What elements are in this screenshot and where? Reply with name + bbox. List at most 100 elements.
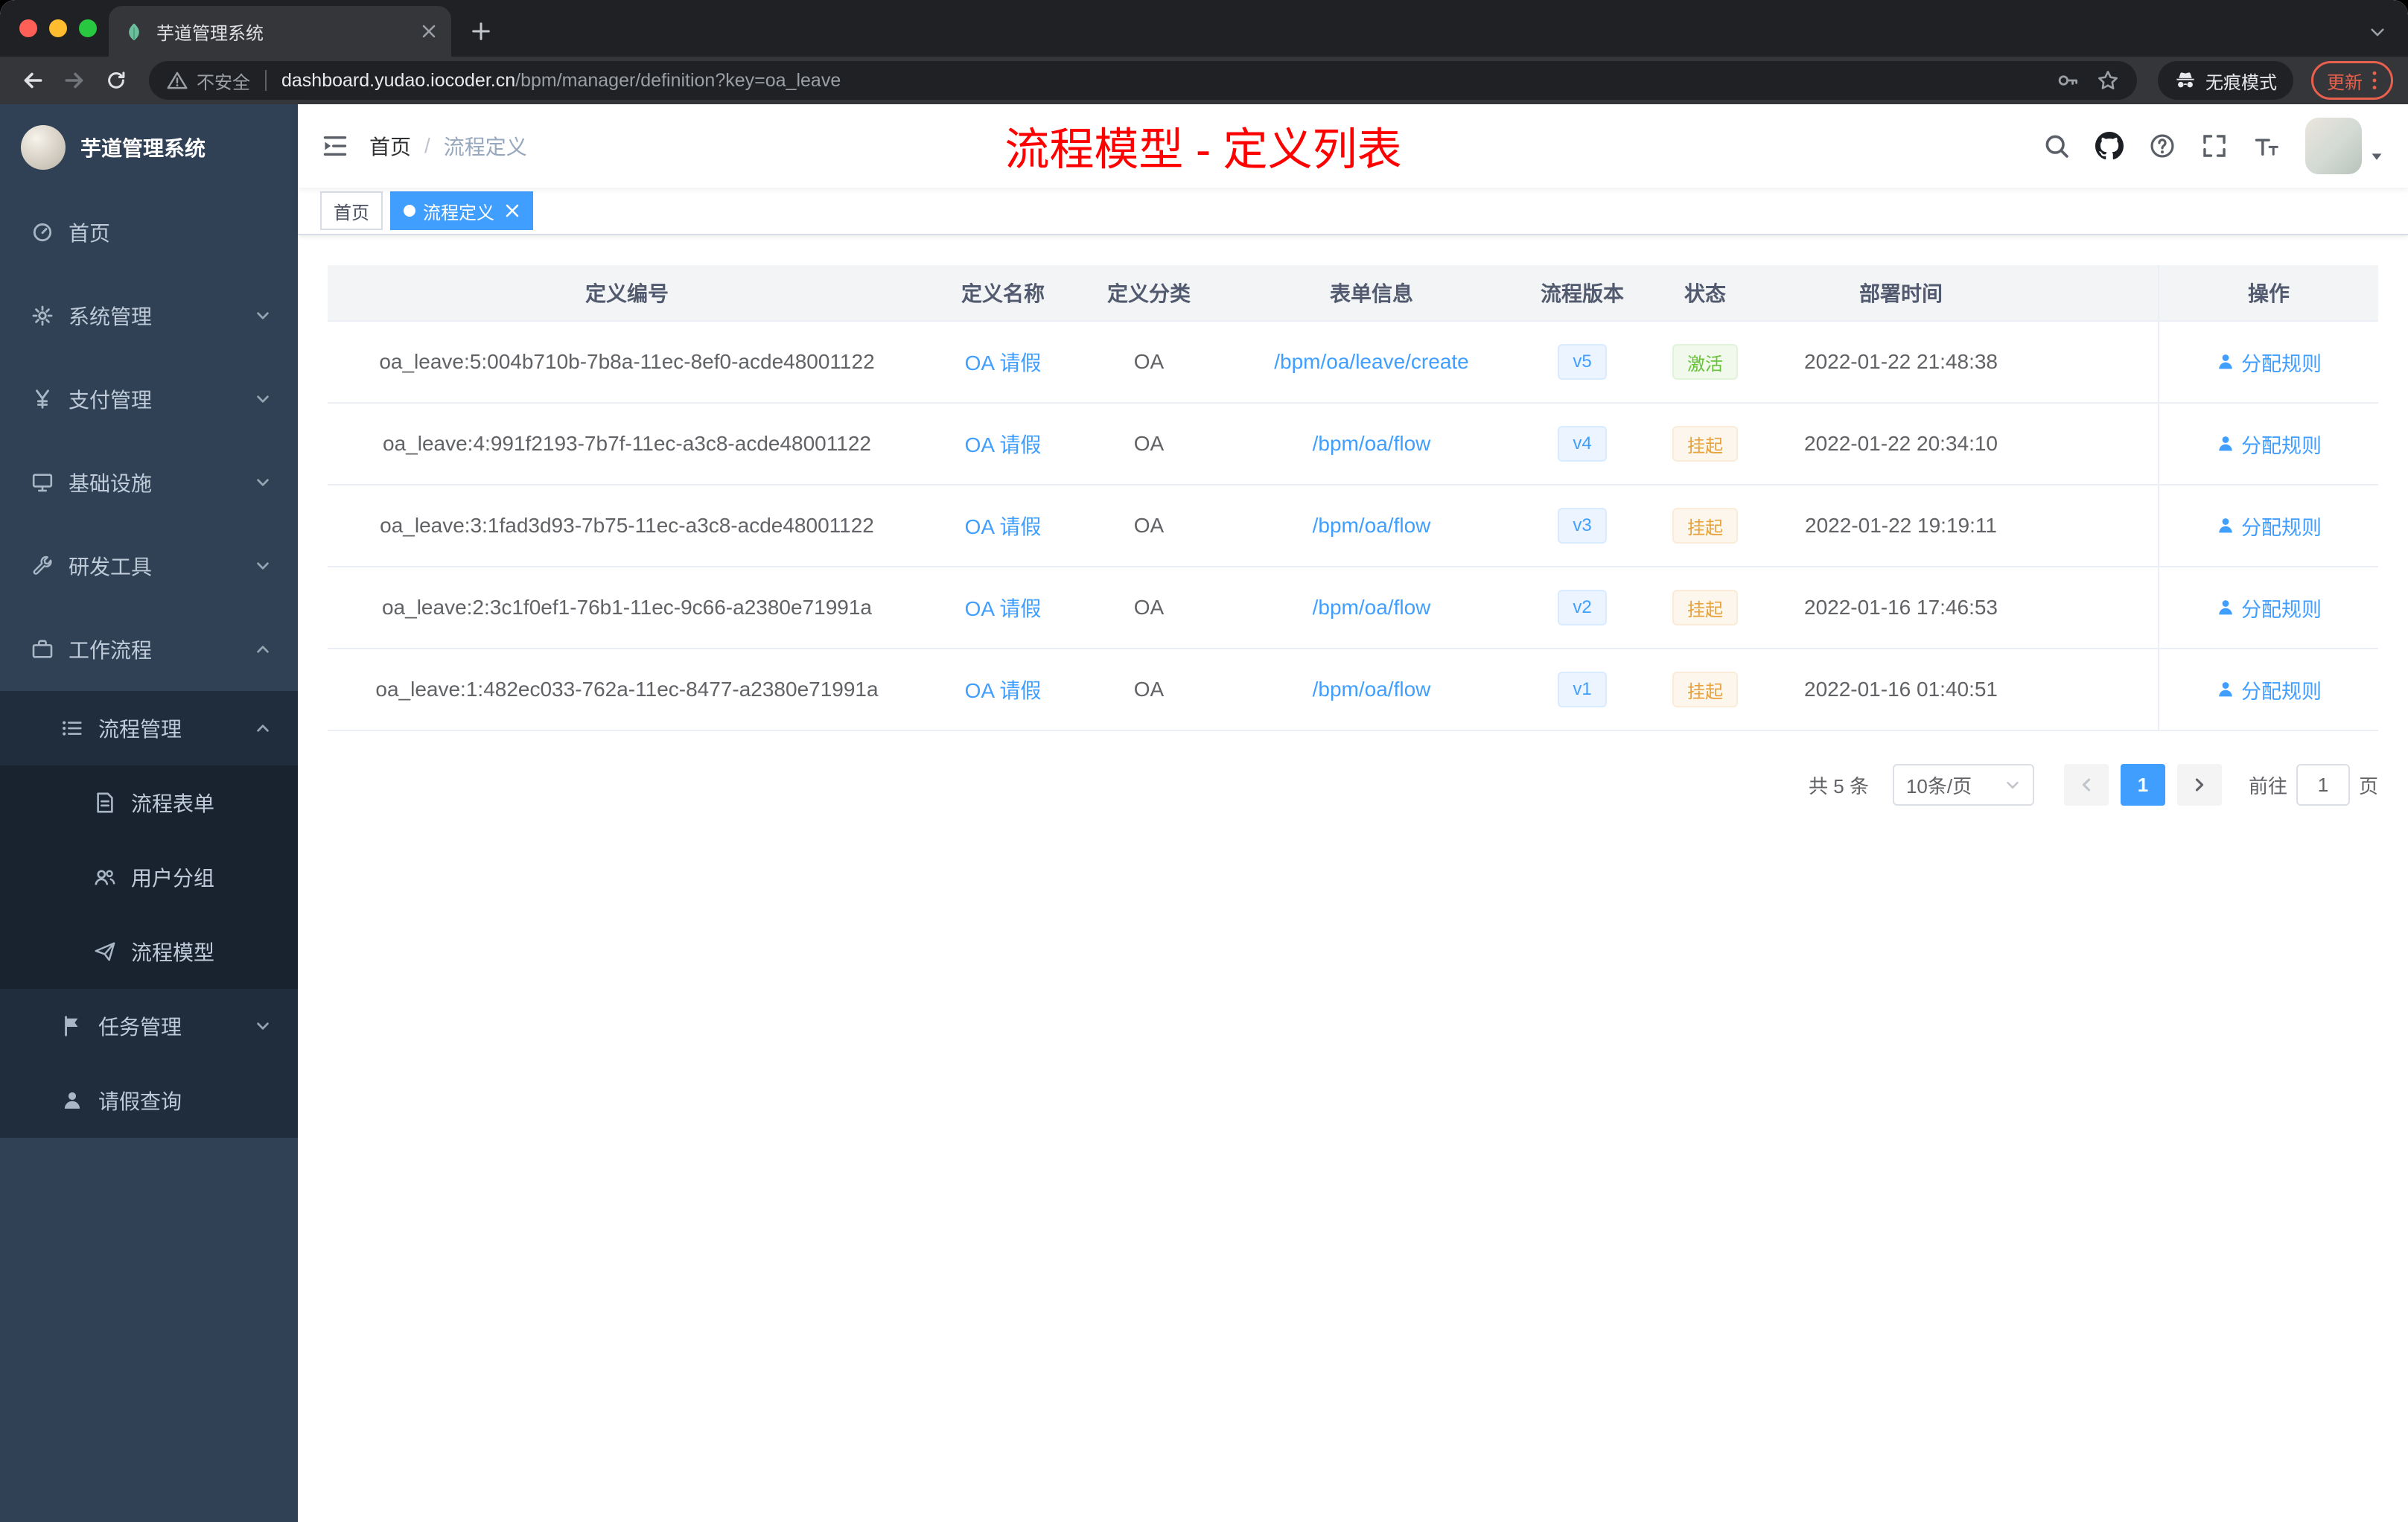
chevron-down-icon bbox=[255, 558, 271, 574]
reload-button[interactable] bbox=[98, 63, 134, 98]
sidebar-item-label: 研发工具 bbox=[69, 555, 153, 579]
fullscreen-icon[interactable] bbox=[2201, 133, 2228, 159]
sidebar-item-task-management[interactable]: 任务管理 bbox=[0, 989, 298, 1063]
sidebar-item-process-management[interactable]: 流程管理 bbox=[0, 691, 298, 765]
help-question-icon[interactable] bbox=[2149, 133, 2176, 159]
sidebar-item-process-form[interactable]: 流程表单 bbox=[0, 765, 298, 840]
definition-name-link[interactable]: OA 请假 bbox=[965, 429, 1042, 459]
category-cell: OA bbox=[1133, 432, 1165, 455]
assign-rule-link[interactable]: 分配规则 bbox=[2216, 430, 2322, 459]
status-cell: 挂起 bbox=[1640, 485, 1771, 566]
sidebar-item-devtools[interactable]: 研发工具 bbox=[0, 524, 298, 608]
user-avatar[interactable] bbox=[2305, 118, 2362, 174]
tag-home[interactable]: 首页 bbox=[320, 191, 383, 230]
actions-cell: 分配规则 bbox=[2158, 567, 2378, 648]
version-tag: v5 bbox=[1558, 344, 1607, 380]
assign-rule-label: 分配规则 bbox=[2241, 598, 2322, 621]
page-size-value: 10条/页 bbox=[1905, 774, 1972, 797]
update-label: 更新 bbox=[2327, 72, 2363, 93]
app-logo[interactable]: 芋道管理系统 bbox=[0, 104, 298, 191]
close-window-button[interactable] bbox=[19, 19, 37, 37]
definition-name-cell: OA 请假 bbox=[926, 322, 1080, 402]
tag-process-definition[interactable]: 流程定义 bbox=[390, 191, 533, 230]
sidebar-item-process-model[interactable]: 流程模型 bbox=[0, 914, 298, 989]
sidebar-item-workflow[interactable]: 工作流程 bbox=[0, 608, 298, 691]
sidebar-item-infrastructure[interactable]: 基础设施 bbox=[0, 441, 298, 524]
definition-name-link[interactable]: OA 请假 bbox=[965, 675, 1042, 704]
incognito-icon bbox=[2174, 69, 2197, 92]
assign-rule-label: 分配规则 bbox=[2241, 352, 2322, 375]
form-info-link[interactable]: /bpm/oa/flow bbox=[1313, 432, 1431, 456]
tag-close-icon[interactable] bbox=[505, 203, 520, 218]
definition-id-cell: oa_leave:1:482ec033-762a-11ec-8477-a2380… bbox=[375, 678, 879, 701]
github-icon[interactable] bbox=[2095, 132, 2124, 160]
status-tag: 挂起 bbox=[1672, 426, 1738, 462]
back-button[interactable] bbox=[15, 63, 51, 98]
sidebar-item-user-group[interactable]: 用户分组 bbox=[0, 840, 298, 914]
form-info-link[interactable]: /bpm/oa/flow bbox=[1313, 678, 1431, 701]
window-controls bbox=[0, 0, 109, 57]
category-cell: OA bbox=[1133, 514, 1165, 537]
sidebar-item-label: 流程模型 bbox=[131, 941, 215, 964]
workflow-icon bbox=[30, 638, 55, 660]
form-info-link[interactable]: /bpm/oa/flow bbox=[1313, 514, 1431, 538]
assign-rule-link[interactable]: 分配规则 bbox=[2216, 675, 2322, 704]
process-list-icon bbox=[60, 717, 85, 739]
status-cell: 挂起 bbox=[1640, 649, 1771, 730]
password-key-icon[interactable] bbox=[2057, 69, 2079, 92]
tab-close-icon[interactable] bbox=[421, 24, 436, 39]
browser-toolbar: 不安全 dashboard.yudao.iocoder.cn/bpm/manag… bbox=[0, 57, 2408, 104]
status-tag: 挂起 bbox=[1672, 672, 1738, 707]
status-cell: 挂起 bbox=[1640, 567, 1771, 648]
definition-name-link[interactable]: OA 请假 bbox=[965, 593, 1042, 623]
actions-cell: 分配规则 bbox=[2158, 322, 2378, 402]
new-tab-button[interactable] bbox=[460, 10, 502, 52]
font-size-icon[interactable] bbox=[2253, 133, 2280, 159]
infrastructure-icon bbox=[30, 471, 55, 494]
sidebar-item-leave-query[interactable]: 请假查询 bbox=[0, 1063, 298, 1138]
sidebar-item-label: 流程管理 bbox=[98, 718, 182, 741]
definition-name-link[interactable]: OA 请假 bbox=[965, 347, 1042, 377]
sidebar-item-payment[interactable]: 支付管理 bbox=[0, 357, 298, 441]
search-icon[interactable] bbox=[2043, 133, 2070, 159]
logo-avatar-image bbox=[21, 125, 66, 170]
not-secure-warning-icon bbox=[167, 70, 188, 91]
row-spacer bbox=[2031, 404, 2158, 484]
update-chrome-button[interactable]: 更新 bbox=[2311, 61, 2393, 100]
browser-tab[interactable]: 芋道管理系统 bbox=[109, 6, 451, 57]
column-header-form-info: 表单信息 bbox=[1329, 282, 1413, 305]
page-size-select[interactable]: 10条/页 bbox=[1892, 764, 2034, 806]
definition-id-cell: oa_leave:3:1fad3d93-7b75-11ec-a3c8-acde4… bbox=[380, 514, 874, 537]
bookmark-star-icon[interactable] bbox=[2097, 69, 2119, 92]
active-tag-dot bbox=[404, 205, 415, 217]
next-page-button[interactable] bbox=[2176, 764, 2222, 806]
tab-search-chevron-icon[interactable] bbox=[2368, 22, 2387, 42]
incognito-label: 无痕模式 bbox=[2205, 72, 2277, 93]
minimize-window-button[interactable] bbox=[49, 19, 67, 37]
sidebar-item-system[interactable]: 系统管理 bbox=[0, 274, 298, 357]
goto-label: 前往 bbox=[2248, 774, 2287, 797]
definition-name-link[interactable]: OA 请假 bbox=[965, 511, 1042, 541]
assign-rule-link[interactable]: 分配规则 bbox=[2216, 512, 2322, 541]
table-row: oa_leave:1:482ec033-762a-11ec-8477-a2380… bbox=[328, 649, 2378, 731]
browser-menu-dots-icon[interactable] bbox=[2372, 70, 2377, 91]
table-row: oa_leave:4:991f2193-7b7f-11ec-a3c8-acde4… bbox=[328, 404, 2378, 485]
form-info-link[interactable]: /bpm/oa/leave/create bbox=[1274, 350, 1469, 374]
prev-page-button[interactable] bbox=[2063, 764, 2109, 806]
assign-rule-link[interactable]: 分配规则 bbox=[2216, 348, 2322, 377]
fullscreen-window-button[interactable] bbox=[79, 19, 97, 37]
form-info-link[interactable]: /bpm/oa/flow bbox=[1313, 596, 1431, 620]
assign-rule-link[interactable]: 分配规则 bbox=[2216, 593, 2322, 623]
sidebar-toggle-hamburger-icon[interactable] bbox=[322, 133, 348, 159]
tab-title: 芋道管理系统 bbox=[156, 23, 264, 44]
sidebar-item-home[interactable]: 首页 bbox=[0, 191, 298, 274]
breadcrumb-home[interactable]: 首页 bbox=[369, 131, 411, 161]
forward-button[interactable] bbox=[57, 63, 92, 98]
definition-name-cell: OA 请假 bbox=[926, 567, 1080, 648]
sidebar-item-label: 任务管理 bbox=[98, 1016, 182, 1039]
chevron-up-icon bbox=[255, 641, 271, 657]
definition-name-cell: OA 请假 bbox=[926, 485, 1080, 566]
goto-page-input[interactable] bbox=[2296, 764, 2350, 806]
address-bar[interactable]: 不安全 dashboard.yudao.iocoder.cn/bpm/manag… bbox=[149, 61, 2137, 100]
page-number-button[interactable]: 1 bbox=[2120, 764, 2165, 806]
